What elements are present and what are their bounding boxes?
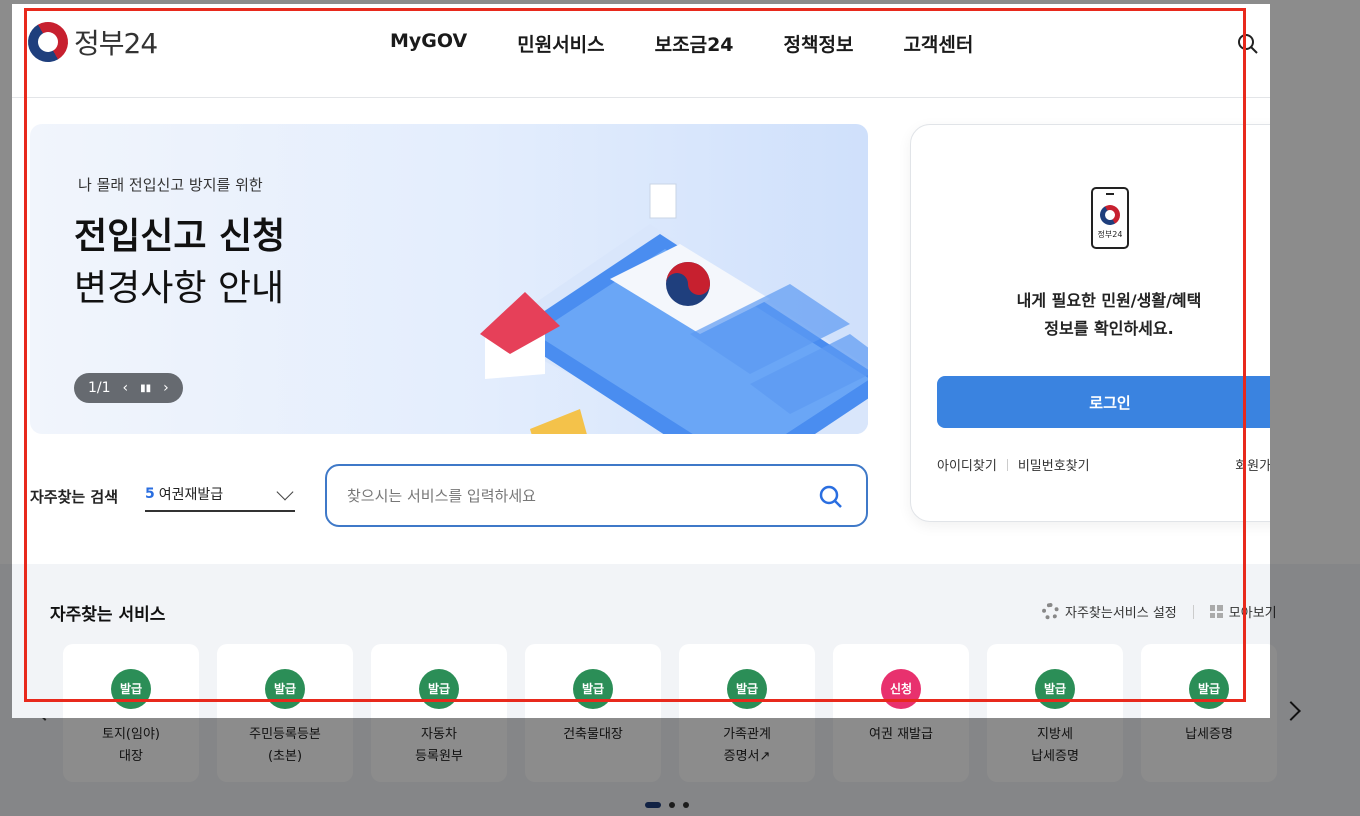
- nav-customer-center[interactable]: 고객센터: [903, 30, 973, 57]
- logo[interactable]: 정부24: [20, 14, 158, 70]
- find-password-link[interactable]: 비밀번호찾기: [1018, 455, 1090, 474]
- banner-title-line2: 변경사항 안내: [74, 268, 285, 309]
- divider: [1192, 604, 1194, 619]
- search-icon[interactable]: [1236, 32, 1260, 56]
- banner-title: 전입신고 신청: [74, 216, 286, 257]
- service-label: 건축물대장: [563, 727, 623, 742]
- mobile-id-icon: 정부24: [1091, 187, 1129, 249]
- issue-badge: 발급: [1035, 669, 1075, 709]
- frequent-search-select[interactable]: 5 여권재발급: [145, 478, 295, 512]
- carousel-dot-active[interactable]: [645, 802, 661, 808]
- divider: [1006, 458, 1008, 471]
- service-card[interactable]: 발급가족관계 증명서↗: [679, 644, 815, 718]
- issue-badge: 발급: [111, 669, 151, 709]
- main-banner[interactable]: 나 몰래 전입신고 방지를 위한 전입신고 신청 변경사항 안내 1/1 ‹ ▮…: [30, 124, 868, 434]
- login-card: 정부24 내게 필요한 민원/생활/혜택 정보를 확인하세요. 로그인 아이디찾…: [910, 124, 1270, 522]
- carousel-dot[interactable]: [669, 802, 675, 808]
- service-label: 지방세 납세증명: [1031, 727, 1079, 764]
- service-card[interactable]: 발급주민등록등본 (초본): [217, 644, 353, 718]
- login-button[interactable]: 로그인: [937, 376, 1270, 428]
- find-id-link[interactable]: 아이디찾기: [937, 455, 997, 474]
- issue-badge: 발급: [419, 669, 459, 709]
- main-nav: MyGOV 민원서비스 보조금24 정책정보 고객센터: [390, 30, 973, 57]
- nav-subsidy24[interactable]: 보조금24: [655, 30, 734, 57]
- service-cards: 발급토지(임야) 대장 발급주민등록등본 (초본) 발급자동차 등록원부 발급건…: [63, 644, 1270, 718]
- phone-illustration: [480, 183, 868, 434]
- chevron-right-icon[interactable]: ›: [163, 380, 169, 396]
- service-label: 여권 재발급: [869, 727, 933, 742]
- login-links: 아이디찾기 비밀번호찾기 회원가입: [937, 455, 1270, 474]
- services-settings[interactable]: 자주찾는서비스 설정 모아보기: [1042, 602, 1270, 621]
- service-card[interactable]: 발급자동차 등록원부: [371, 644, 507, 718]
- nav-civil-services[interactable]: 민원서비스: [517, 30, 604, 57]
- issue-badge: 발급: [1189, 669, 1229, 709]
- frequent-search-value: 여권재발급: [158, 487, 224, 503]
- service-label: 토지(임야) 대장: [102, 727, 160, 764]
- taegeuk-logo-icon: [20, 14, 76, 70]
- logo-text: 정부24: [74, 27, 158, 60]
- services-title: 자주찾는 서비스: [50, 605, 166, 625]
- services-settings-label: 자주찾는서비스 설정: [1065, 606, 1177, 621]
- frequent-search-label: 자주찾는 검색: [30, 488, 119, 506]
- pager-count: 1/1: [88, 380, 111, 396]
- grid-icon: [1209, 605, 1223, 618]
- gear-icon: [1042, 603, 1059, 620]
- chevron-down-icon: [276, 483, 294, 501]
- search-input[interactable]: [347, 484, 787, 508]
- login-message-line2: 정보를 확인하세요.: [1044, 319, 1174, 338]
- carousel-dots: [645, 802, 689, 808]
- nav-policy-info[interactable]: 정책정보: [784, 30, 854, 57]
- issue-badge: 발급: [265, 669, 305, 709]
- issue-badge: 발급: [573, 669, 613, 709]
- login-message-line1: 내게 필요한 민원/생활/혜택: [1016, 291, 1202, 310]
- issue-badge: 발급: [727, 669, 767, 709]
- chevron-left-icon[interactable]: ‹: [123, 380, 129, 396]
- service-card[interactable]: 발급건축물대장: [525, 644, 661, 718]
- service-label: 납세증명: [1185, 727, 1233, 742]
- search-icon[interactable]: [818, 484, 844, 510]
- highlighted-window: 정부24 MyGOV 민원서비스 보조금24 정책정보 고객센터 나 몰래 전입…: [12, 4, 1270, 718]
- login-message: 내게 필요한 민원/생활/혜택 정보를 확인하세요.: [911, 287, 1270, 343]
- service-label: 주민등록등본 (초본): [249, 727, 321, 764]
- join-link[interactable]: 회원가입: [1235, 455, 1270, 474]
- banner-subtitle: 나 몰래 전입신고 방지를 위한: [78, 176, 263, 194]
- frequent-search-rank: 5: [145, 486, 155, 502]
- header: 정부24 MyGOV 민원서비스 보조금24 정책정보 고객센터: [12, 4, 1270, 98]
- nav-mygov[interactable]: MyGOV: [390, 30, 467, 57]
- service-card[interactable]: 발급지방세 납세증명: [987, 644, 1123, 718]
- service-card[interactable]: 발급토지(임야) 대장: [63, 644, 199, 718]
- banner-pager: 1/1 ‹ ▮▮ ›: [74, 373, 183, 403]
- view-all-link[interactable]: 모아보기: [1229, 602, 1270, 621]
- pause-icon[interactable]: ▮▮: [140, 383, 151, 394]
- service-card[interactable]: 발급납세증명: [1141, 644, 1270, 718]
- carousel-dot[interactable]: [683, 802, 689, 808]
- phone-label: 정부24: [1097, 230, 1123, 239]
- apply-badge: 신청: [881, 669, 921, 709]
- service-card[interactable]: 신청여권 재발급: [833, 644, 969, 718]
- service-label: 가족관계 증명서↗: [723, 727, 771, 764]
- search-box: [325, 464, 868, 527]
- service-label: 자동차 등록원부: [415, 727, 463, 764]
